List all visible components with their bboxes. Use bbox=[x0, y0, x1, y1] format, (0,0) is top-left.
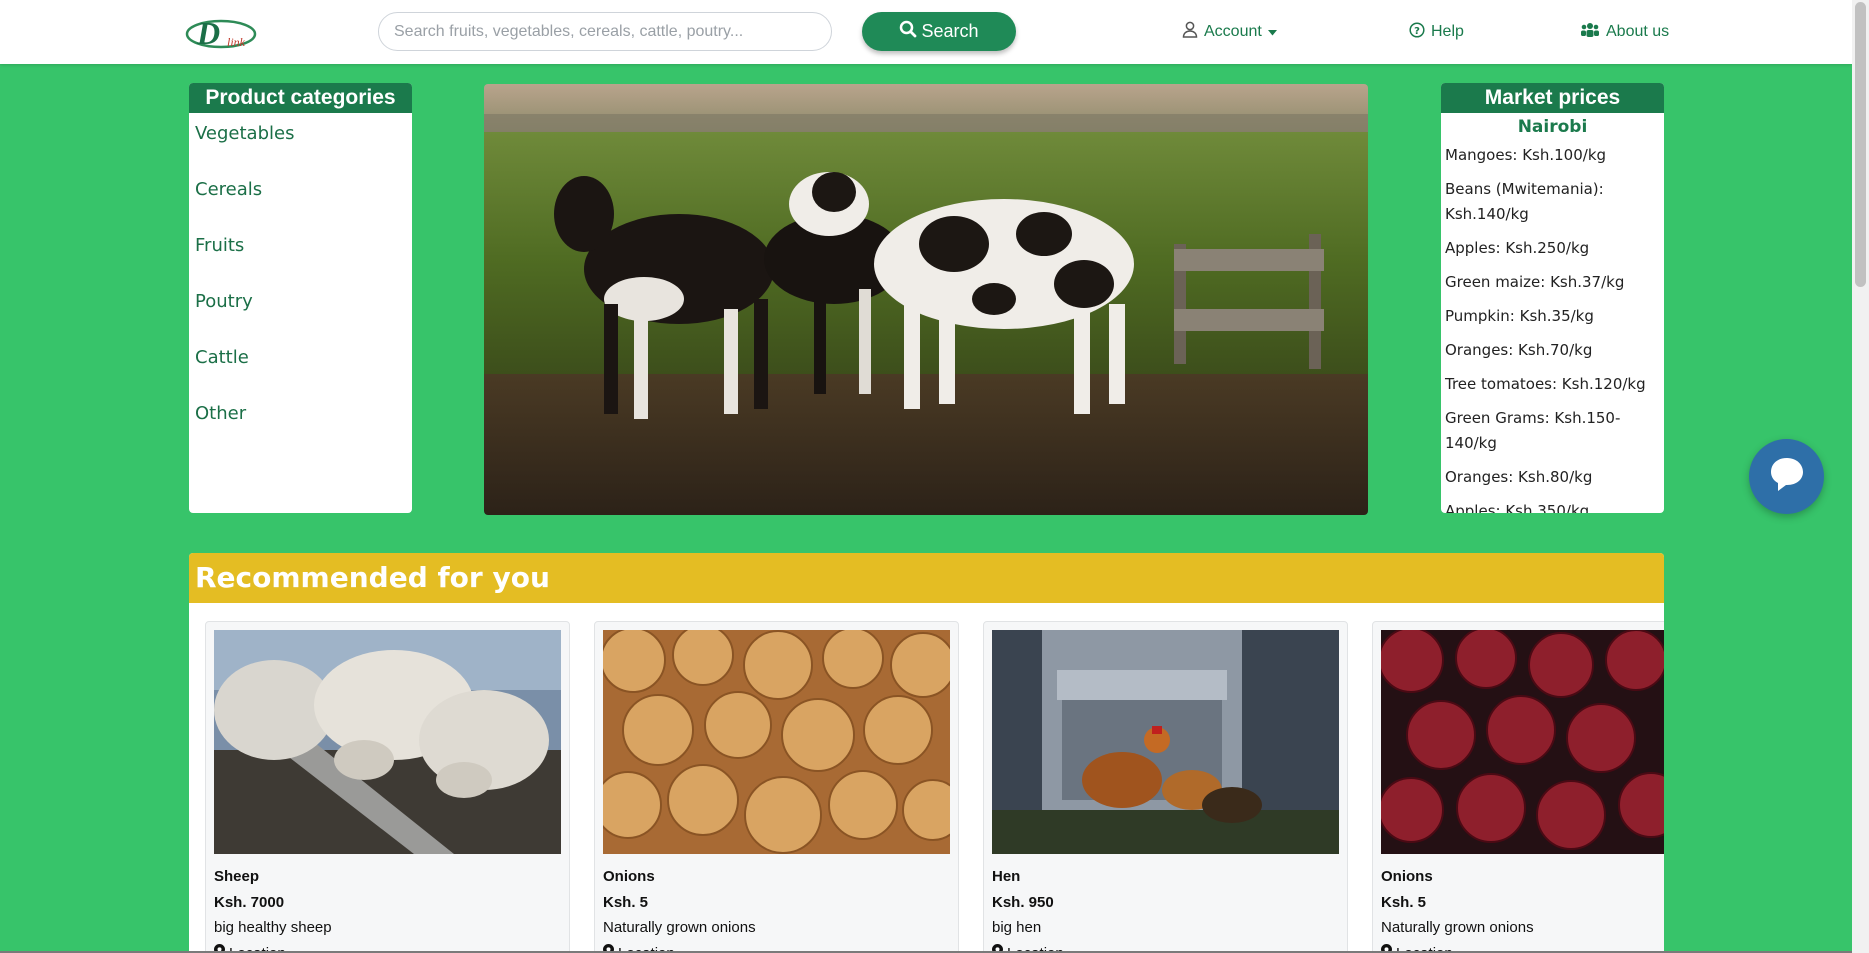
price-item: Green Grams: Ksh.150-140/kg bbox=[1445, 409, 1621, 452]
price-item: Pumpkin: Ksh.35/kg bbox=[1445, 307, 1594, 325]
search-button-label: Search bbox=[921, 21, 979, 41]
price-item: Tree tomatoes: Ksh.120/kg bbox=[1445, 375, 1646, 393]
about-link[interactable]: About us bbox=[1580, 20, 1669, 44]
product-description: big healthy sheep bbox=[214, 919, 332, 936]
people-icon bbox=[1580, 22, 1600, 42]
help-circle-icon: ? bbox=[1409, 21, 1425, 43]
category-item-cereals[interactable]: Cereals bbox=[195, 179, 412, 235]
price-item: Apples: Ksh.350/kg bbox=[1445, 502, 1590, 513]
product-price: Ksh. 5 bbox=[1381, 894, 1427, 911]
market-prices-title: Market prices bbox=[1441, 83, 1664, 113]
price-item: Beans (Mwitemania): Ksh.140/kg bbox=[1445, 180, 1604, 223]
category-item-vegetables[interactable]: Vegetables bbox=[195, 123, 412, 179]
search-button[interactable]: Search bbox=[862, 12, 1016, 51]
product-card[interactable]: Onions Ksh. 5 Naturally grown onions Loc… bbox=[594, 621, 959, 953]
product-name: Onions bbox=[603, 868, 655, 885]
search-icon bbox=[899, 20, 917, 43]
top-navbar: D link Search Account ? Help About us bbox=[0, 0, 1852, 64]
site-logo[interactable]: D link bbox=[183, 12, 259, 54]
category-item-cattle[interactable]: Cattle bbox=[195, 347, 412, 403]
product-description: Naturally grown onions bbox=[603, 919, 756, 936]
category-list: Vegetables Cereals Fruits Poutry Cattle … bbox=[189, 113, 412, 459]
market-prices-panel: Market prices Nairobi Mangoes: Ksh.100/k… bbox=[1441, 83, 1664, 513]
about-label: About us bbox=[1606, 23, 1670, 40]
hero-banner-image bbox=[484, 84, 1368, 515]
svg-text:D: D bbox=[196, 15, 220, 51]
price-list: Mangoes: Ksh.100/kg Beans (Mwitemania): … bbox=[1441, 137, 1664, 513]
account-menu[interactable]: Account bbox=[1182, 20, 1277, 44]
price-item: Green maize: Ksh.37/kg bbox=[1445, 273, 1625, 291]
help-label: Help bbox=[1431, 23, 1464, 40]
chat-widget-button[interactable] bbox=[1749, 439, 1824, 514]
svg-text:link: link bbox=[227, 35, 246, 49]
search-input[interactable] bbox=[378, 12, 832, 51]
price-item: Oranges: Ksh.70/kg bbox=[1445, 341, 1593, 359]
product-image-hen[interactable] bbox=[992, 630, 1339, 854]
account-label: Account bbox=[1204, 23, 1262, 40]
user-icon bbox=[1182, 21, 1198, 43]
product-image-sheep[interactable] bbox=[214, 630, 561, 854]
category-item-fruits[interactable]: Fruits bbox=[195, 235, 412, 291]
market-city: Nairobi bbox=[1517, 117, 1588, 137]
svg-text:?: ? bbox=[1414, 26, 1420, 37]
product-card[interactable]: Hen Ksh. 950 big hen Location bbox=[983, 621, 1348, 953]
product-price: Ksh. 950 bbox=[992, 894, 1054, 911]
product-card[interactable]: Sheep Ksh. 7000 big healthy sheep Locati… bbox=[205, 621, 570, 953]
price-item: Apples: Ksh.250/kg bbox=[1445, 239, 1590, 257]
product-price: Ksh. 7000 bbox=[214, 894, 285, 911]
product-card-list: Sheep Ksh. 7000 big healthy sheep Locati… bbox=[205, 621, 1664, 953]
category-item-poutry[interactable]: Poutry bbox=[195, 291, 412, 347]
help-link[interactable]: ? Help bbox=[1409, 20, 1464, 44]
caret-down-icon bbox=[1267, 23, 1277, 41]
product-name: Onions bbox=[1381, 868, 1433, 885]
category-item-other[interactable]: Other bbox=[195, 403, 412, 459]
product-description: Naturally grown onions bbox=[1381, 919, 1534, 936]
price-item: Mangoes: Ksh.100/kg bbox=[1445, 146, 1607, 164]
product-categories-panel: Product categories Vegetables Cereals Fr… bbox=[189, 83, 412, 513]
product-card[interactable]: Onions Ksh. 5 Naturally grown onions Loc… bbox=[1372, 621, 1664, 953]
recommended-title: Recommended for you bbox=[189, 553, 1664, 603]
product-name: Sheep bbox=[214, 868, 260, 885]
product-description: big hen bbox=[992, 919, 1042, 936]
page-scrollbar[interactable] bbox=[1852, 0, 1869, 953]
product-name: Hen bbox=[992, 868, 1021, 885]
chat-icon bbox=[1767, 455, 1807, 498]
product-image-red-onions[interactable] bbox=[1381, 630, 1664, 854]
scrollbar-thumb[interactable] bbox=[1855, 2, 1866, 287]
product-image-onions[interactable] bbox=[603, 630, 950, 854]
product-price: Ksh. 5 bbox=[603, 894, 649, 911]
price-item: Oranges: Ksh.80/kg bbox=[1445, 468, 1593, 486]
recommended-section: Recommended for you Sheep Ksh. 7000 big … bbox=[189, 553, 1664, 953]
categories-title: Product categories bbox=[189, 83, 412, 113]
